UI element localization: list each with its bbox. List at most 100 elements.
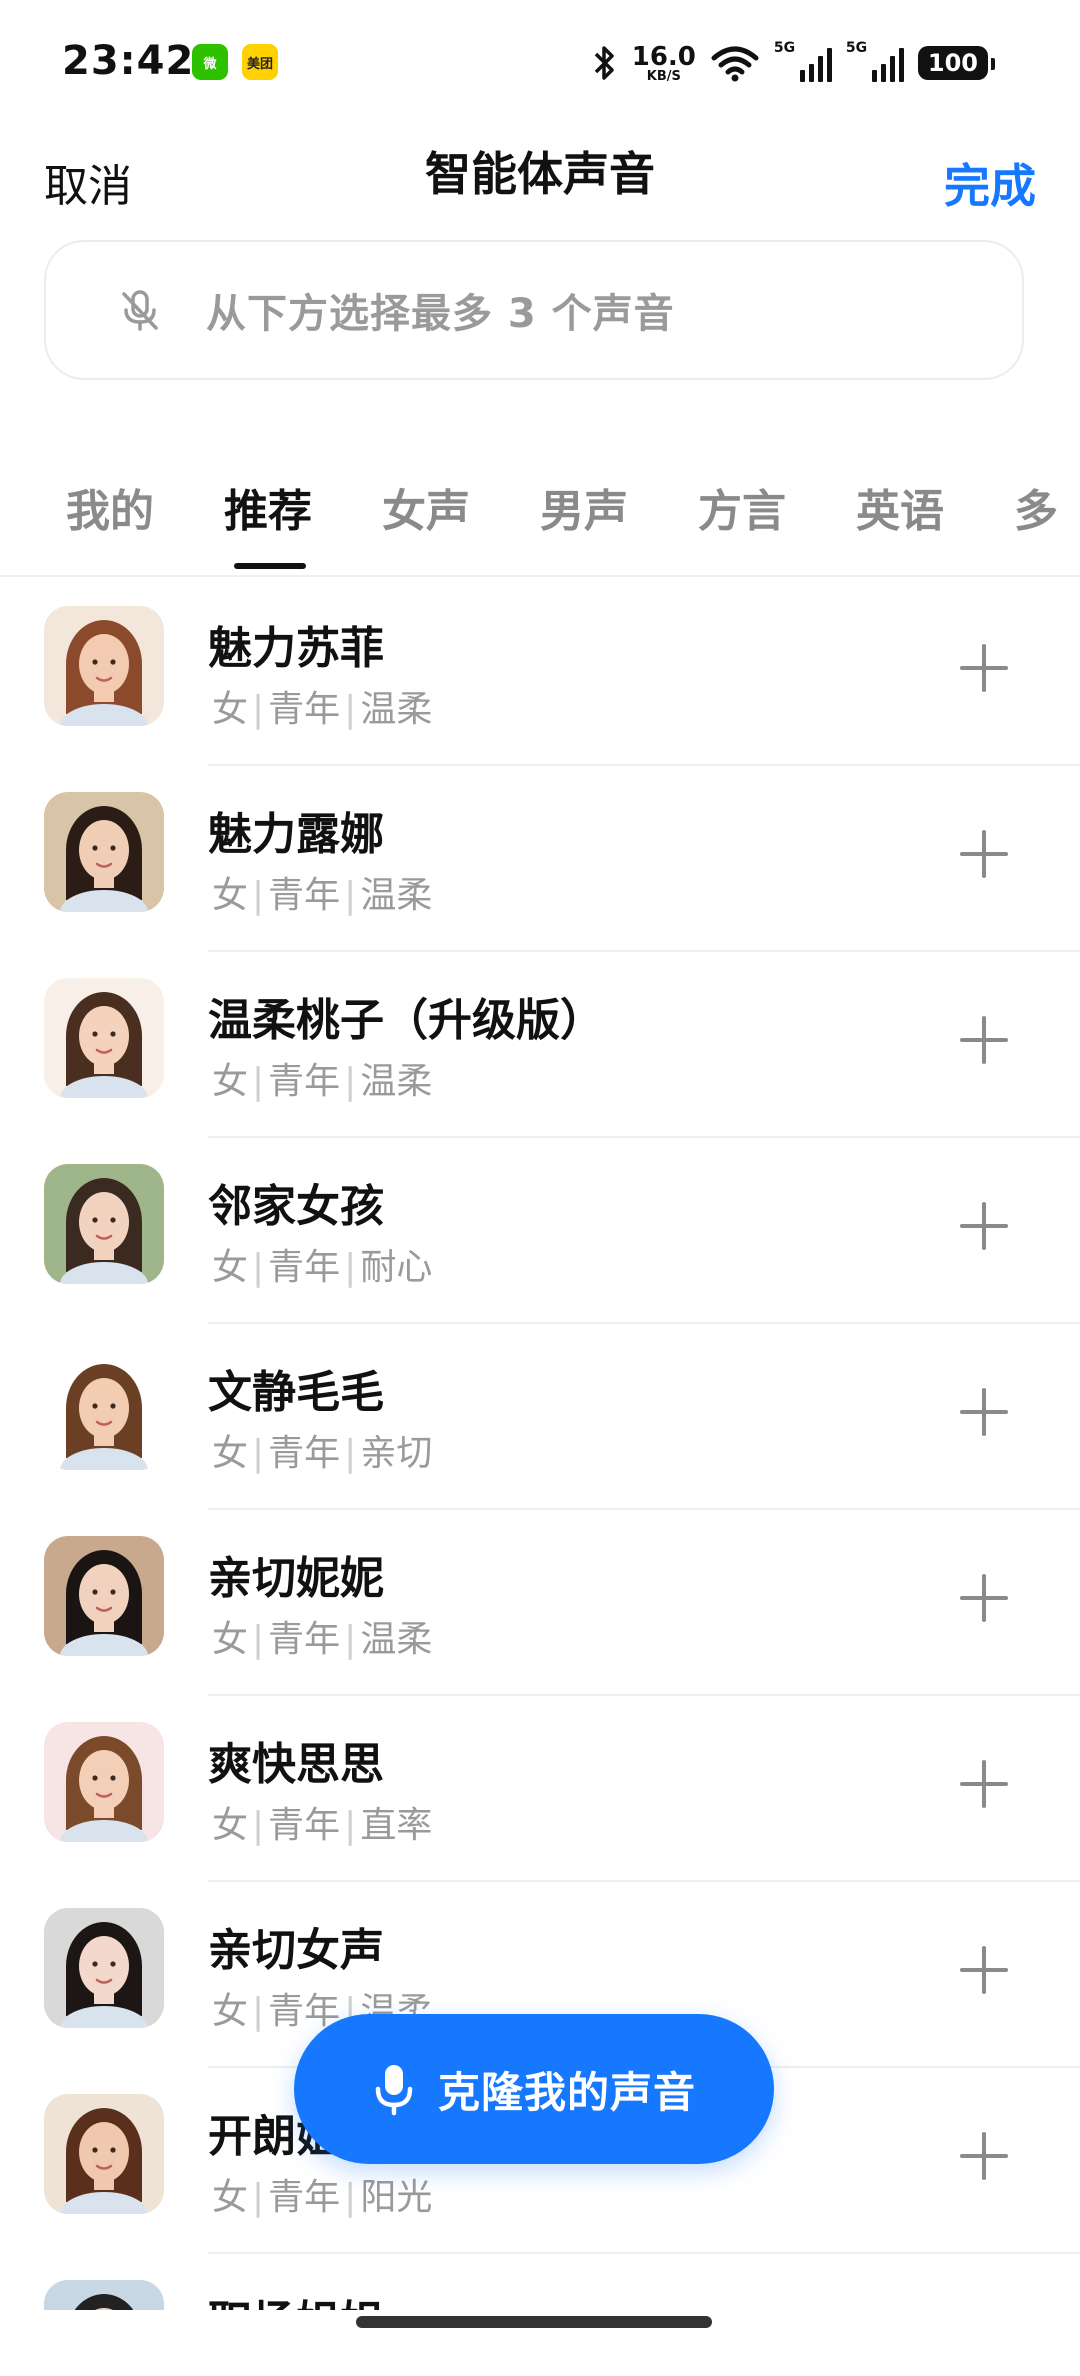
network-speed: 16.0 KB/S <box>631 41 696 84</box>
voice-row[interactable]: 文静毛毛女 | 青年 | 亲切 <box>0 1324 1080 1510</box>
add-voice-icon[interactable] <box>948 2306 1020 2310</box>
voice-tag: 青年 <box>268 689 341 730</box>
voice-tag: 女 <box>212 1991 249 2032</box>
tab-female[interactable]: 女声 <box>382 475 470 539</box>
selection-hint: 从下方选择最多 3 个声音 <box>206 291 675 337</box>
voice-name: 爽快思思 <box>208 1739 384 1790</box>
tag-separator: | <box>252 1433 265 1474</box>
tab-more[interactable]: 多 <box>1014 475 1058 539</box>
voice-tag: 阳光 <box>360 2177 433 2218</box>
voice-tag: 女 <box>212 1061 249 1102</box>
voice-avatar <box>44 606 164 726</box>
voice-tags: 女 | 青年 | 阳光 <box>212 2168 432 2220</box>
add-voice-icon[interactable] <box>948 1190 1020 1262</box>
tag-separator: | <box>252 1247 265 1288</box>
voice-avatar <box>44 2280 164 2310</box>
category-tabs: 我的 推荐 女声 男声 方言 英语 多 <box>0 455 1080 577</box>
voice-name: 邻家女孩 <box>208 1181 384 1232</box>
tag-separator: | <box>252 1805 265 1846</box>
add-voice-icon[interactable] <box>948 818 1020 890</box>
voice-tags: 女 | 青年 | 直率 <box>212 1796 432 1848</box>
voice-name: 温柔桃子（升级版） <box>208 995 604 1046</box>
tag-separator: | <box>252 2177 265 2218</box>
tag-separator: | <box>344 1061 357 1102</box>
add-voice-icon[interactable] <box>948 1376 1020 1448</box>
add-voice-icon[interactable] <box>948 1562 1020 1634</box>
wechat-notification-icon: 微 <box>192 44 228 80</box>
voice-tag: 女 <box>212 1247 249 1288</box>
voice-tags: 女 | 青年 | 耐心 <box>212 1238 432 1290</box>
voice-tag: 温柔 <box>360 689 433 730</box>
voice-avatar <box>44 792 164 912</box>
voice-tags: 女 | 青年 | 亲切 <box>212 1424 432 1476</box>
voice-tag: 女 <box>212 2177 249 2218</box>
header: 取消 智能体声音 完成 <box>0 130 1080 230</box>
voice-tag: 青年 <box>268 1433 341 1474</box>
tag-separator: | <box>344 2177 357 2218</box>
tag-separator: | <box>252 689 265 730</box>
microphone-icon <box>375 2065 413 2116</box>
selected-voices-box: 从下方选择最多 3 个声音 <box>44 240 1024 380</box>
home-indicator[interactable] <box>356 2316 712 2328</box>
voice-tag: 青年 <box>268 1247 341 1288</box>
voice-tag: 温柔 <box>360 875 433 916</box>
voice-tags: 女 | 青年 | 温柔 <box>212 866 432 918</box>
voice-tags: 女 | 青年 | 温柔 <box>212 680 432 732</box>
voice-name: 职场姐姐 <box>208 2286 384 2310</box>
voice-row[interactable]: 魅力苏菲女 | 青年 | 温柔 <box>0 580 1080 766</box>
voice-tag: 青年 <box>268 1061 341 1102</box>
tab-mine[interactable]: 我的 <box>66 475 154 539</box>
tab-recommended[interactable]: 推荐 <box>224 475 312 539</box>
add-voice-icon[interactable] <box>948 1748 1020 1820</box>
voice-row[interactable]: 职场姐姐 <box>0 2254 1080 2310</box>
tag-separator: | <box>344 1805 357 1846</box>
voice-row[interactable]: 邻家女孩女 | 青年 | 耐心 <box>0 1138 1080 1324</box>
voice-name: 魅力苏菲 <box>208 623 384 674</box>
add-voice-icon[interactable] <box>948 632 1020 704</box>
voice-tag: 温柔 <box>360 1619 433 1660</box>
status-icons: 16.0 KB/S 5G 5G 100 <box>592 38 996 88</box>
voice-tag: 青年 <box>268 1805 341 1846</box>
voice-avatar <box>44 1536 164 1656</box>
voice-row[interactable]: 亲切妮妮女 | 青年 | 温柔 <box>0 1510 1080 1696</box>
tab-dialect[interactable]: 方言 <box>698 475 786 539</box>
mic-off-icon <box>122 290 158 331</box>
meituan-notification-icon: 美团 <box>242 44 278 80</box>
voice-row[interactable]: 温柔桃子（升级版） 女 | 青年 | 温柔 <box>0 952 1080 1138</box>
add-voice-icon[interactable] <box>948 1004 1020 1076</box>
voice-tag: 女 <box>212 1805 249 1846</box>
voice-avatar <box>44 978 164 1098</box>
cell-signal-2-icon: 5G <box>846 40 904 82</box>
voice-avatar <box>44 1164 164 1284</box>
cell-signal-1-icon: 5G <box>774 40 832 82</box>
voice-row[interactable]: 爽快思思女 | 青年 | 直率 <box>0 1696 1080 1882</box>
voice-tags: 女 | 青年 | 温柔 <box>212 1052 432 1104</box>
tag-separator: | <box>252 1991 265 2032</box>
voice-tag: 青年 <box>268 2177 341 2218</box>
voice-tag: 耐心 <box>360 1247 433 1288</box>
add-voice-icon[interactable] <box>948 1934 1020 2006</box>
battery-icon: 100 <box>917 46 996 80</box>
voice-row[interactable]: 魅力露娜女 | 青年 | 温柔 <box>0 766 1080 952</box>
tag-separator: | <box>252 1061 265 1102</box>
tag-separator: | <box>344 1619 357 1660</box>
voice-name: 亲切女声 <box>208 1925 384 1976</box>
voice-name: 亲切妮妮 <box>208 1553 384 1604</box>
voice-tag: 青年 <box>268 875 341 916</box>
clone-my-voice-button[interactable]: 克隆我的声音 <box>294 2014 774 2164</box>
status-time: 23:42 <box>62 38 195 84</box>
tab-english[interactable]: 英语 <box>856 475 944 539</box>
tag-separator: | <box>344 1247 357 1288</box>
voice-tag: 女 <box>212 875 249 916</box>
tab-male[interactable]: 男声 <box>540 475 628 539</box>
voice-avatar <box>44 2094 164 2214</box>
add-voice-icon[interactable] <box>948 2120 1020 2192</box>
voice-avatar <box>44 1908 164 2028</box>
status-bar: 23:42 微 美团 16.0 KB/S 5G 5G 100 <box>0 0 1080 130</box>
tag-separator: | <box>344 875 357 916</box>
done-button[interactable]: 完成 <box>944 150 1036 216</box>
voice-avatar <box>44 1350 164 1470</box>
clone-button-label: 克隆我的声音 <box>437 2067 696 2117</box>
page-title: 智能体声音 <box>425 147 655 201</box>
voice-name: 魅力露娜 <box>208 809 384 860</box>
